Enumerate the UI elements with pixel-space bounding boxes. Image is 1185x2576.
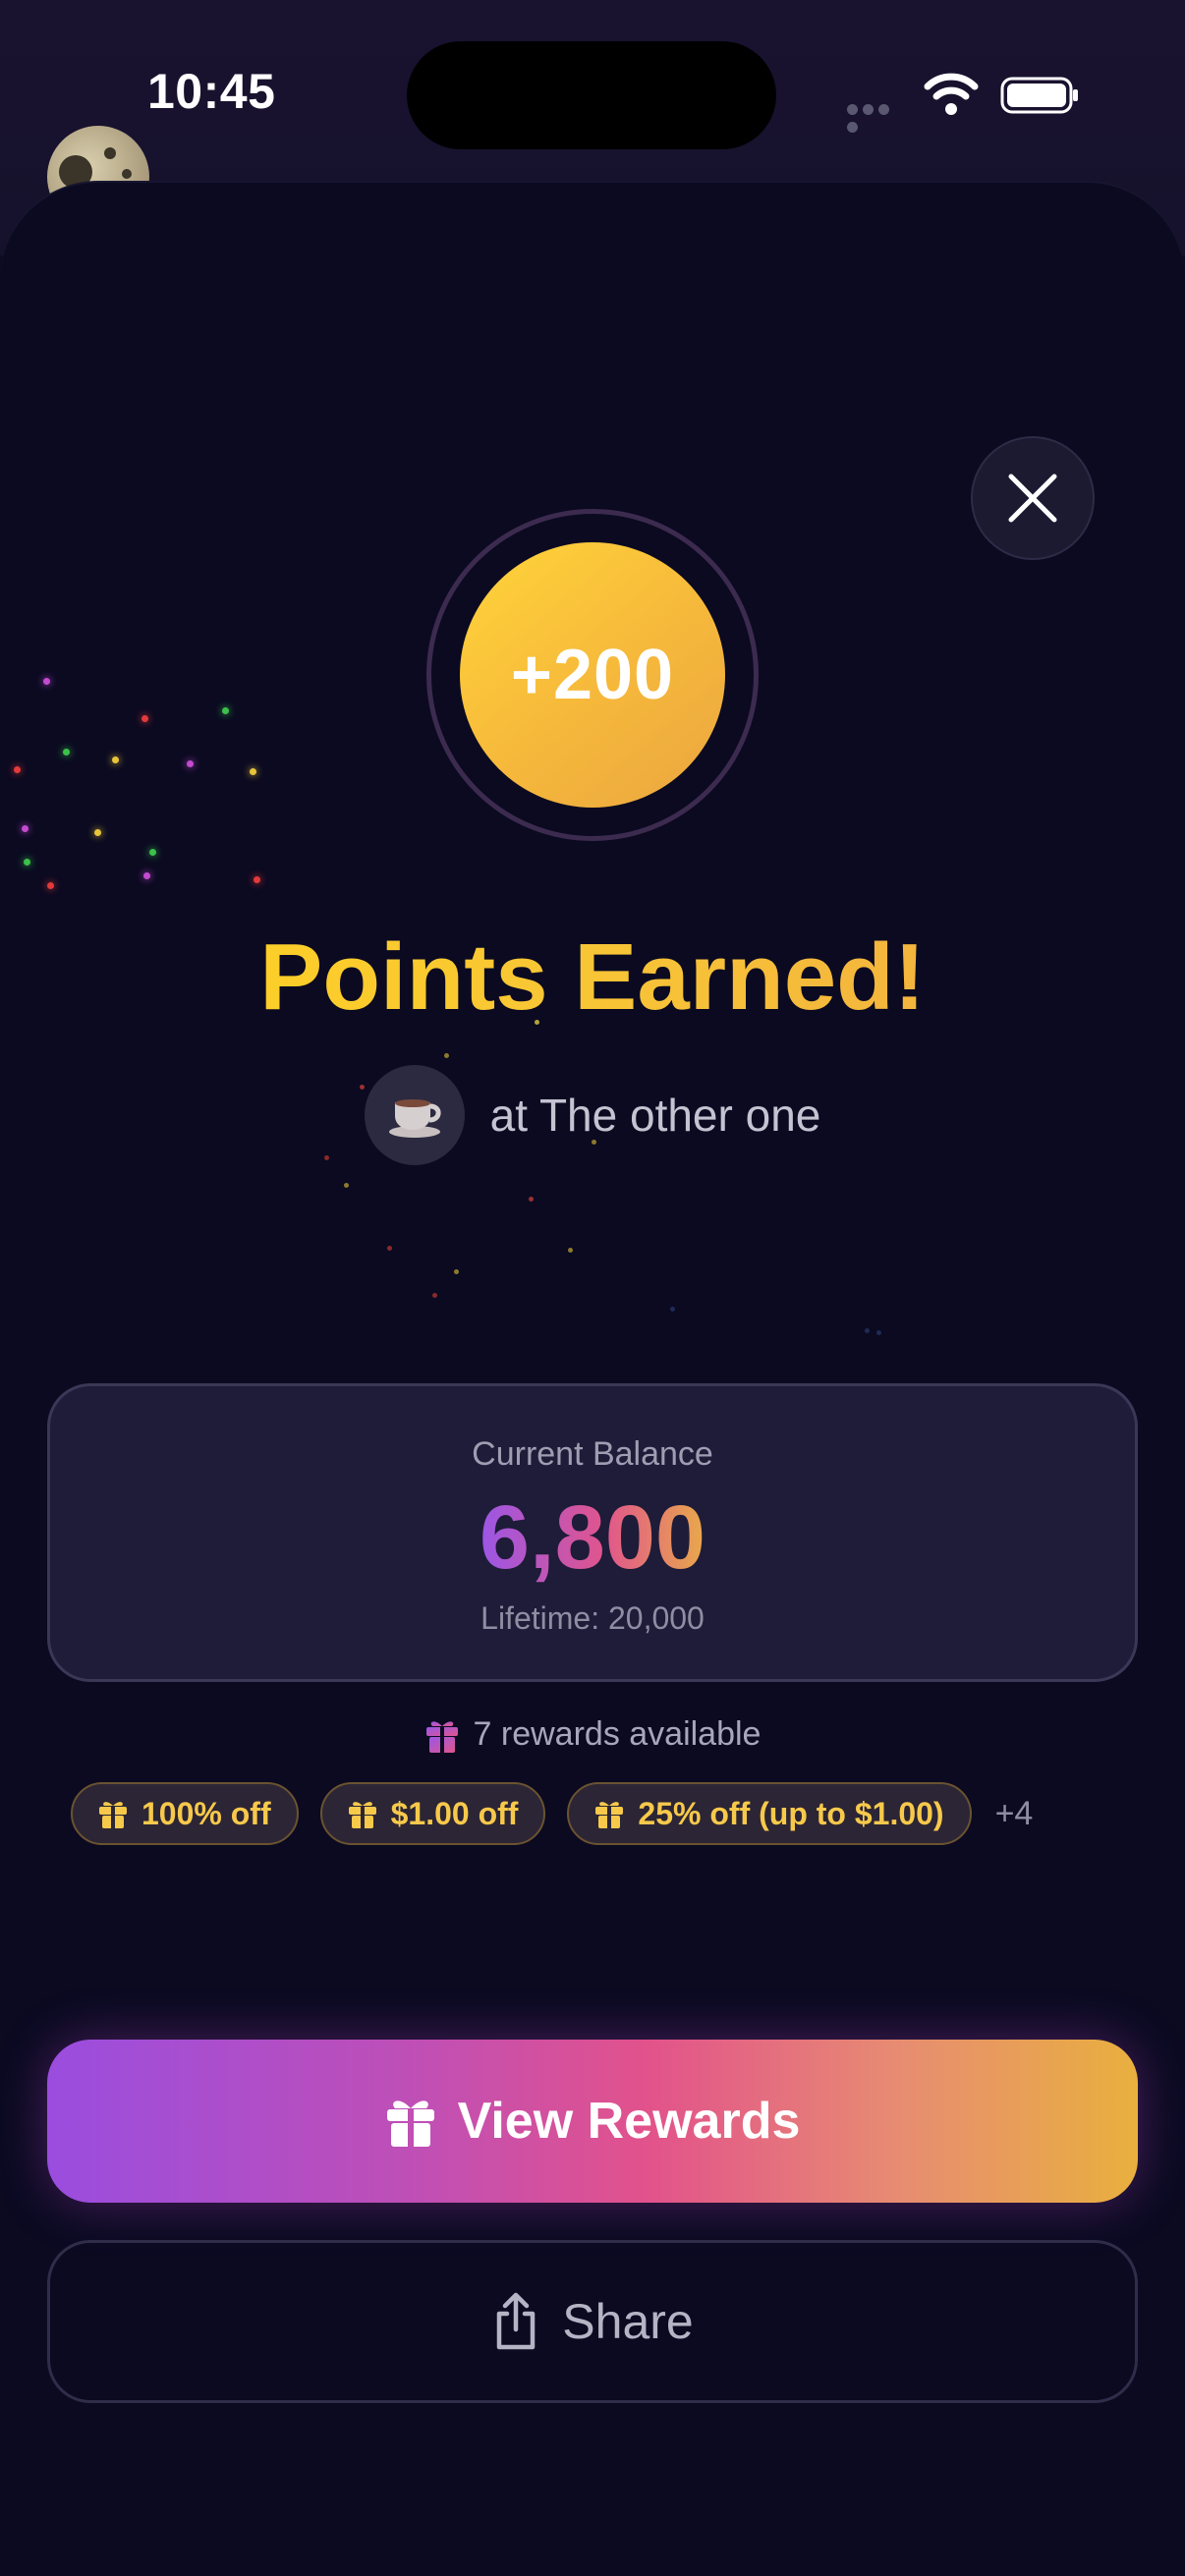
sparkle (444, 1053, 449, 1058)
sparkle (43, 678, 50, 685)
reward-chip[interactable]: 100% off (71, 1782, 299, 1845)
sparkle (568, 1248, 573, 1253)
sparkle (47, 882, 54, 889)
sparkle (529, 1197, 534, 1202)
view-rewards-button[interactable]: View Rewards (47, 2040, 1138, 2203)
reward-chip-label: $1.00 off (390, 1795, 519, 1831)
sparkle (187, 760, 194, 767)
balance-card: Current Balance 6,800 Lifetime: 20,000 (47, 1383, 1138, 1682)
reward-chip[interactable]: 25% off (up to $1.00) (567, 1782, 972, 1845)
status-time: 10:45 (147, 64, 276, 119)
sparkle (876, 1330, 881, 1335)
reward-chip-label: 25% off (up to $1.00) (638, 1795, 944, 1831)
sparkle (143, 872, 150, 879)
wifi-icon (924, 73, 979, 115)
sparkle (670, 1307, 675, 1312)
cellular-signal-icon (847, 102, 908, 133)
sparkle (865, 1328, 870, 1333)
sparkle (112, 756, 119, 763)
gift-icon (595, 1802, 624, 1828)
page-title: Points Earned! (0, 924, 1185, 1032)
gift-icon (425, 1720, 458, 1753)
sparkle (94, 829, 101, 836)
sparkle (254, 876, 260, 883)
sparkle (387, 1246, 392, 1251)
view-rewards-label: View Rewards (457, 2093, 801, 2150)
rewards-available: 7 rewards available (0, 1715, 1185, 1754)
rewards-available-text: 7 rewards available (473, 1715, 762, 1753)
gift-icon (386, 2100, 434, 2147)
share-label: Share (562, 2294, 694, 2349)
balance-value-text: 6,800 (479, 1487, 706, 1588)
sparkle (250, 768, 256, 775)
sparkle (14, 766, 21, 773)
reward-chip-label: 100% off (141, 1795, 271, 1831)
lifetime-points: Lifetime: 20,000 (480, 1600, 705, 1636)
dynamic-island (407, 41, 776, 149)
balance-value: 6,800 (50, 1486, 1135, 1590)
close-icon (1008, 474, 1057, 523)
sparkle (222, 707, 229, 714)
gift-icon (348, 1802, 376, 1828)
sparkle (24, 859, 30, 866)
share-icon (497, 2292, 536, 2350)
close-button[interactable] (971, 436, 1095, 560)
sparkle (344, 1183, 349, 1188)
balance-label: Current Balance (472, 1435, 713, 1473)
sparkle (63, 749, 70, 756)
gift-icon (99, 1802, 127, 1828)
sparkle (141, 715, 148, 722)
reward-chips: 100% off $1.00 off 25% off (up to $1.00)… (71, 1782, 1033, 1845)
sparkle (454, 1269, 459, 1274)
sparkle (22, 825, 28, 832)
reward-chip[interactable]: $1.00 off (319, 1782, 546, 1845)
sparkle (149, 849, 156, 856)
coffee-cup-icon (364, 1065, 465, 1165)
more-rewards-count[interactable]: +4 (995, 1795, 1034, 1833)
battery-icon (1000, 77, 1078, 114)
sparkle (432, 1293, 437, 1298)
points-coin: +200 (460, 542, 725, 808)
venue-row: at The other one (0, 1065, 1185, 1165)
venue-label: at The other one (489, 1090, 821, 1141)
share-button[interactable]: Share (47, 2240, 1138, 2403)
